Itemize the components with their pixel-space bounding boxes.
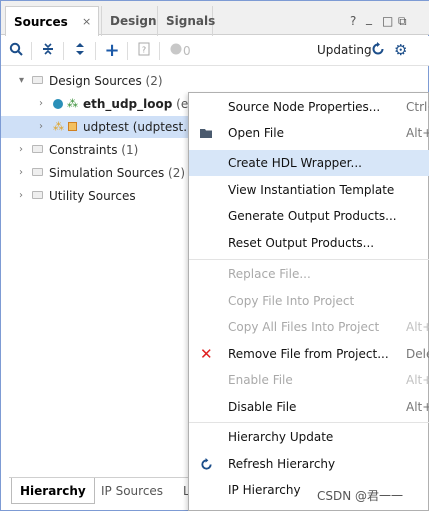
menu-item-shortcut: Alt+I: [406, 320, 429, 334]
tree-item-design-sources[interactable]: ▾ Design Sources (2): [1, 70, 429, 92]
tab-hierarchy-label: Hierarchy: [20, 484, 86, 498]
search-icon[interactable]: [7, 42, 25, 60]
menu-item-label: Open File: [228, 126, 284, 140]
menu-item-source-node-properties[interactable]: Source Node Properties... Ctrl+: [189, 94, 429, 120]
tab-bar: Sources × Design Signals ? _ □ ⧉: [1, 1, 429, 36]
folder-open-icon: [200, 120, 213, 148]
toolbar-divider: [63, 42, 64, 60]
tab-close-icon[interactable]: ×: [82, 7, 91, 37]
menu-item-label: Refresh Hierarchy: [228, 457, 336, 471]
restore-icon[interactable]: ⧉: [398, 14, 407, 29]
constraints-label: Constraints: [49, 143, 118, 157]
tab-hierarchy[interactable]: Hierarchy: [11, 478, 95, 504]
tab-sources-label: Sources: [14, 15, 68, 29]
context-menu: Source Node Properties... Ctrl+ Open Fil…: [188, 92, 429, 511]
chevron-right-icon[interactable]: ›: [19, 162, 23, 184]
tree-item-udptest[interactable]: › ⁂ udptest (udptest.bd): [1, 116, 207, 138]
toolbar-divider: [31, 42, 32, 60]
tab-signals[interactable]: Signals: [157, 6, 216, 36]
simulation-sources-count: (2): [168, 166, 186, 180]
menu-item-create-hdl-wrapper[interactable]: Create HDL Wrapper...: [189, 150, 429, 176]
chevron-right-icon[interactable]: ›: [39, 93, 43, 115]
block-design-icon: [68, 122, 77, 131]
menu-item-shortcut: Alt+-: [406, 400, 429, 414]
toolbar-divider: [127, 42, 128, 60]
menu-item-copy-all-files-into-project: Copy All Files Into Project Alt+I: [189, 314, 429, 340]
block-design-hier-icon: ⁂: [53, 120, 64, 133]
chevron-right-icon[interactable]: ›: [19, 139, 23, 161]
tab-ip-sources[interactable]: IP Sources: [93, 478, 171, 504]
menu-item-label: Remove File from Project...: [228, 347, 389, 361]
menu-item-replace-file: Replace File...: [189, 261, 429, 287]
tab-design[interactable]: Design: [101, 6, 157, 36]
menu-item-label: Source Node Properties...: [228, 100, 381, 114]
watermark: CSDN @君一一: [317, 489, 404, 503]
tab-sources[interactable]: Sources ×: [5, 6, 99, 36]
simulation-sources-label: Simulation Sources: [49, 166, 165, 180]
help-icon[interactable]: ?: [350, 14, 356, 28]
menu-item-label: IP Hierarchy: [228, 483, 301, 497]
menu-item-reset-output-products[interactable]: Reset Output Products...: [189, 230, 429, 256]
menu-item-remove-file-from-project[interactable]: ✕ Remove File from Project... Dele: [189, 341, 429, 367]
menu-item-label: Generate Output Products...: [228, 209, 397, 223]
menu-divider: [189, 259, 429, 260]
constraints-count: (1): [121, 143, 139, 157]
refresh-icon: [200, 451, 213, 480]
tab-signals-label: Signals: [166, 14, 216, 28]
tab-ip-sources-label: IP Sources: [101, 484, 164, 498]
menu-item-label: Copy All Files Into Project: [228, 320, 380, 334]
add-sources-icon[interactable]: +: [103, 42, 121, 60]
menu-item-label: Create HDL Wrapper...: [228, 156, 362, 170]
folder-icon: [32, 145, 43, 153]
sources-toolbar: + ? 0 Updating ⚙: [1, 36, 429, 66]
chevron-down-icon[interactable]: ▾: [19, 70, 24, 92]
hierarchy-icon: ⁂: [67, 97, 78, 110]
menu-item-label: Enable File: [228, 373, 293, 387]
folder-icon: [32, 168, 43, 176]
menu-item-enable-file: Enable File Alt+=: [189, 367, 429, 393]
refresh-spinner-icon: [369, 42, 387, 60]
menu-item-label: View Instantiation Template: [228, 183, 395, 197]
status-text: Updating: [317, 43, 372, 57]
maximize-icon[interactable]: □: [382, 14, 393, 28]
chevron-right-icon[interactable]: ›: [39, 116, 43, 138]
minimize-icon[interactable]: _: [366, 11, 372, 25]
menu-item-label: Replace File...: [228, 267, 311, 281]
menu-item-label: Copy File Into Project: [228, 294, 355, 308]
toolbar-divider: [95, 42, 96, 60]
menu-divider: [189, 422, 429, 423]
top-module-icon: [53, 99, 63, 109]
design-sources-count: (2): [145, 74, 163, 88]
menu-item-disable-file[interactable]: Disable File Alt+-: [189, 394, 429, 420]
collapse-all-icon[interactable]: [39, 42, 57, 60]
warning-count: 0: [183, 44, 191, 58]
menu-item-shortcut: Alt+O: [406, 126, 429, 140]
tab-design-label: Design: [110, 14, 157, 28]
menu-item-shortcut: Dele: [406, 347, 429, 361]
menu-item-label: Hierarchy Update: [228, 430, 334, 444]
remove-x-icon: ✕: [200, 345, 213, 363]
menu-item-view-instantiation-template[interactable]: View Instantiation Template: [189, 177, 429, 203]
menu-item-label: Reset Output Products...: [228, 236, 375, 250]
menu-item-refresh-hierarchy[interactable]: Refresh Hierarchy: [189, 451, 429, 477]
eth-udp-loop-name: eth_udp_loop: [83, 97, 173, 111]
expand-all-icon[interactable]: [71, 42, 89, 60]
menu-item-shortcut: Ctrl+: [406, 100, 429, 114]
chevron-right-icon[interactable]: ›: [19, 185, 23, 207]
menu-item-open-file[interactable]: Open File Alt+O: [189, 120, 429, 146]
utility-sources-label: Utility Sources: [49, 189, 136, 203]
menu-item-generate-output-products[interactable]: Generate Output Products...: [189, 203, 429, 229]
menu-item-copy-file-into-project: Copy File Into Project: [189, 288, 429, 314]
gear-icon[interactable]: ⚙: [394, 41, 407, 59]
toolbar-divider: [159, 42, 160, 60]
menu-item-shortcut: Alt+=: [406, 373, 429, 387]
menu-item-label: Disable File: [228, 400, 297, 414]
folder-icon: [32, 191, 43, 199]
menu-item-hierarchy-update[interactable]: Hierarchy Update: [189, 424, 429, 450]
design-sources-label: Design Sources: [49, 74, 142, 88]
svg-text:?: ?: [142, 46, 146, 55]
folder-icon: [32, 76, 43, 84]
properties-icon[interactable]: ?: [135, 42, 153, 60]
